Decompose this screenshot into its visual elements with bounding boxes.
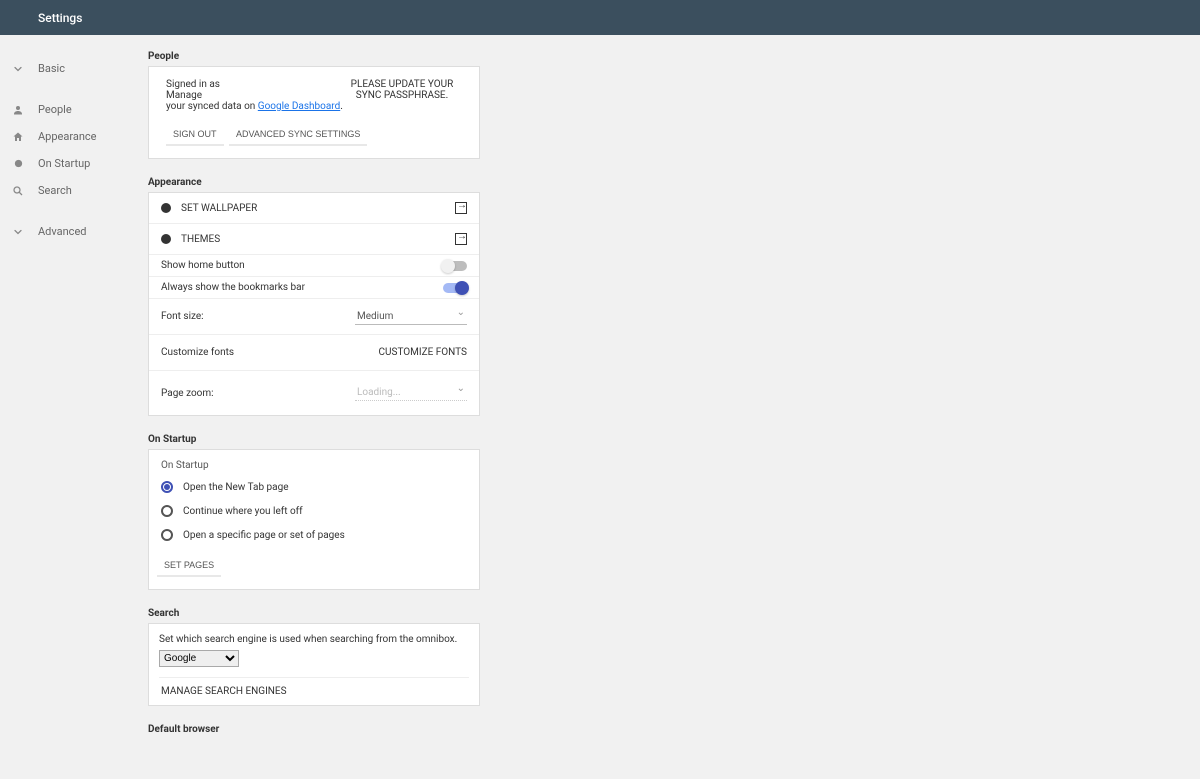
search-card: Set which search engine is used when sea… [148,623,480,706]
section-title-search: Search [148,602,488,623]
google-dashboard-link[interactable]: Google Dashboard [258,101,340,112]
sidebar-item-label: People [38,103,72,116]
sidebar-item-label: Search [38,184,72,197]
chevron-down-icon [10,224,26,240]
radio-label: Continue where you left off [183,506,303,517]
wallpaper-icon [161,203,171,213]
people-actions: SIGN OUT ADVANCED SYNC SETTINGS [166,124,462,146]
onstartup-card: On Startup Open the New Tab page Continu… [148,449,480,590]
sync-warning-line2: SYNC PASSPHRASE. [342,90,462,101]
sync-warning: PLEASE UPDATE YOUR SYNC PASSPHRASE. [342,79,462,101]
bookmarks-row: Always show the bookmarks bar [149,277,479,299]
section-title-appearance: Appearance [148,171,488,192]
onstartup-sub: On Startup [149,450,479,475]
sidebar-item-label: Advanced [38,225,86,238]
set-wallpaper-row[interactable]: SET WALLPAPER [149,193,479,224]
show-home-toggle[interactable] [443,261,467,271]
header-title: Settings [38,11,82,25]
font-size-select[interactable]: Medium [355,309,467,325]
radio-label: Open a specific page or set of pages [183,530,345,541]
signed-in-text: Signed in as [166,79,220,90]
person-icon [10,102,26,118]
sidebar-item-appearance[interactable]: Appearance [0,123,148,150]
page-zoom-row: Page zoom: Loading... [149,371,479,415]
font-size-row: Font size: Medium [149,299,479,335]
customize-fonts-button[interactable]: CUSTOMIZE FONTS [379,347,467,358]
startup-radio-specific[interactable]: Open a specific page or set of pages [149,523,479,547]
search-icon [10,183,26,199]
open-external-icon [455,233,467,245]
sidebar-item-label: On Startup [38,157,90,170]
themes-label: THEMES [181,234,455,245]
people-card: PLEASE UPDATE YOUR SYNC PASSPHRASE. Sign… [148,66,480,159]
chevron-down-icon [10,61,26,77]
page-zoom-select[interactable]: Loading... [355,385,467,401]
main-content: People PLEASE UPDATE YOUR SYNC PASSPHRAS… [148,35,488,779]
sidebar-item-basic[interactable]: Basic [0,55,148,82]
app-header: Settings [0,0,1200,35]
sidebar-item-people[interactable]: People [0,96,148,123]
font-size-label: Font size: [161,311,355,322]
customize-fonts-label: Customize fonts [161,347,379,358]
signin-line2: your synced data on Google Dashboard. [166,101,462,112]
power-icon [10,156,26,172]
page-body: Basic People Appearance On Startup Sear [0,35,1200,779]
sidebar-item-search[interactable]: Search [0,177,148,204]
radio-label: Open the New Tab page [183,482,289,493]
sidebar-item-onstartup[interactable]: On Startup [0,150,148,177]
synced-data-text: your synced data on [166,101,258,112]
search-engine-select[interactable]: Google [159,650,239,667]
themes-row[interactable]: THEMES [149,224,479,255]
themes-icon [161,234,171,244]
manage-text: Manage [166,90,202,101]
open-external-icon [455,202,467,214]
home-icon [10,129,26,145]
sidebar-item-label: Appearance [38,130,97,143]
bookmarks-toggle[interactable] [443,283,467,293]
manage-search-engines-button[interactable]: MANAGE SEARCH ENGINES [159,677,469,705]
startup-radio-continue[interactable]: Continue where you left off [149,499,479,523]
search-description: Set which search engine is used when sea… [159,634,469,645]
show-home-row: Show home button [149,255,479,277]
sync-warning-line1: PLEASE UPDATE YOUR [342,79,462,90]
startup-radio-newtab[interactable]: Open the New Tab page [149,475,479,499]
customize-fonts-row: Customize fonts CUSTOMIZE FONTS [149,335,479,371]
section-title-default-browser: Default browser [148,718,488,739]
radio-icon [161,529,173,541]
sidebar-item-label: Basic [38,62,65,75]
sidebar-item-advanced[interactable]: Advanced [0,218,148,245]
sidebar: Basic People Appearance On Startup Sear [0,35,148,779]
set-wallpaper-label: SET WALLPAPER [181,203,455,214]
radio-icon [161,505,173,517]
section-title-onstartup: On Startup [148,428,488,449]
appearance-card: SET WALLPAPER THEMES Show home button Al… [148,192,480,416]
section-title-people: People [148,45,488,66]
set-pages-button[interactable]: SET PAGES [157,555,221,577]
sign-out-button[interactable]: SIGN OUT [166,124,224,146]
page-zoom-label: Page zoom: [161,388,355,399]
bookmarks-label: Always show the bookmarks bar [161,282,443,293]
show-home-label: Show home button [161,260,443,271]
advanced-sync-button[interactable]: ADVANCED SYNC SETTINGS [229,124,367,146]
radio-icon [161,481,173,493]
